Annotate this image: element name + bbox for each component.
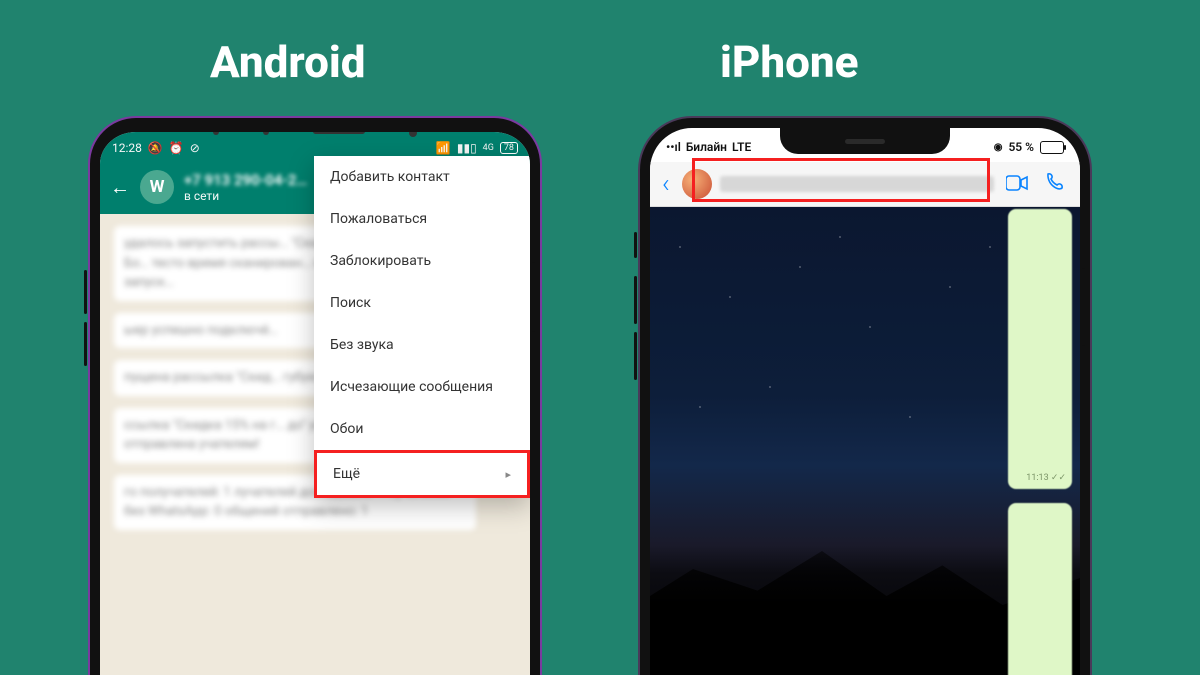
- voice-call-icon[interactable]: [1040, 172, 1068, 197]
- alarm-icon: ⏰: [169, 141, 184, 155]
- menu-item-disappearing[interactable]: Исчезающие сообщения: [314, 366, 530, 408]
- back-chevron-icon[interactable]: ‹: [662, 169, 670, 199]
- battery-indicator: 78: [500, 142, 518, 154]
- chevron-right-icon: ▸: [505, 468, 511, 481]
- menu-item-wallpaper[interactable]: Обои: [314, 408, 530, 450]
- message-bubble[interactable]: [1008, 503, 1072, 675]
- iphone-volume-button: [634, 276, 637, 324]
- notification-off-icon: 🔕: [148, 141, 163, 155]
- iphone-volume-button: [634, 332, 637, 380]
- menu-item-search[interactable]: Поиск: [314, 282, 530, 324]
- sim-icon: 📶: [436, 141, 451, 155]
- video-call-icon[interactable]: [1002, 172, 1032, 196]
- menu-item-block[interactable]: Заблокировать: [314, 240, 530, 282]
- menu-item-more[interactable]: Ещё ▸: [314, 450, 530, 498]
- contact-status: в сети: [184, 189, 307, 203]
- android-power-button: [532, 262, 535, 332]
- android-overflow-menu: Добавить контакт Пожаловаться Заблокиров…: [314, 156, 530, 498]
- iphone-notch: [780, 128, 950, 154]
- dnd-icon: ⊘: [190, 141, 200, 155]
- heading-android: Android: [210, 36, 366, 88]
- iphone-power-button: [1082, 268, 1085, 346]
- android-volume-button: [84, 270, 87, 314]
- back-arrow-icon[interactable]: ←: [110, 175, 130, 200]
- menu-item-add-contact[interactable]: Добавить контакт: [314, 156, 530, 198]
- network-label: LTE: [732, 140, 751, 154]
- menu-item-mute[interactable]: Без звука: [314, 324, 530, 366]
- network-4g-icon: 4G: [483, 143, 494, 153]
- menu-item-report[interactable]: Пожаловаться: [314, 198, 530, 240]
- message-timestamp: 11:13 ✓✓: [1026, 473, 1066, 483]
- status-time: 12:28: [112, 141, 142, 155]
- iphone-chat-body: 11:13 ✓✓: [650, 207, 1080, 675]
- annotation-highlight-box: [692, 158, 990, 202]
- battery-icon: [1040, 141, 1064, 154]
- contact-title-blurred: +7 913 290-04-2…: [184, 171, 307, 189]
- signal-icon: ▮▮▯: [457, 141, 477, 155]
- message-bubble[interactable]: [1008, 209, 1072, 489]
- android-phone-frame: 12:28 🔕 ⏰ ⊘ 📶 ▮▮▯ 4G 78 ← W +7 913 290-0…: [90, 118, 540, 675]
- signal-dots-icon: ••ıl: [666, 140, 681, 154]
- android-volume-button: [84, 322, 87, 366]
- contact-avatar[interactable]: W: [140, 170, 174, 204]
- carrier-label: Билайн: [686, 140, 727, 154]
- battery-pct: 55 %: [1008, 140, 1034, 154]
- heading-iphone: iPhone: [720, 36, 859, 88]
- iphone-frame: ••ıl Билайн LTE ◉ 55 % ‹ 11:13 ✓✓: [640, 118, 1090, 675]
- camera-indicator-icon: ◉: [994, 142, 1003, 153]
- iphone-mute-switch: [634, 232, 637, 258]
